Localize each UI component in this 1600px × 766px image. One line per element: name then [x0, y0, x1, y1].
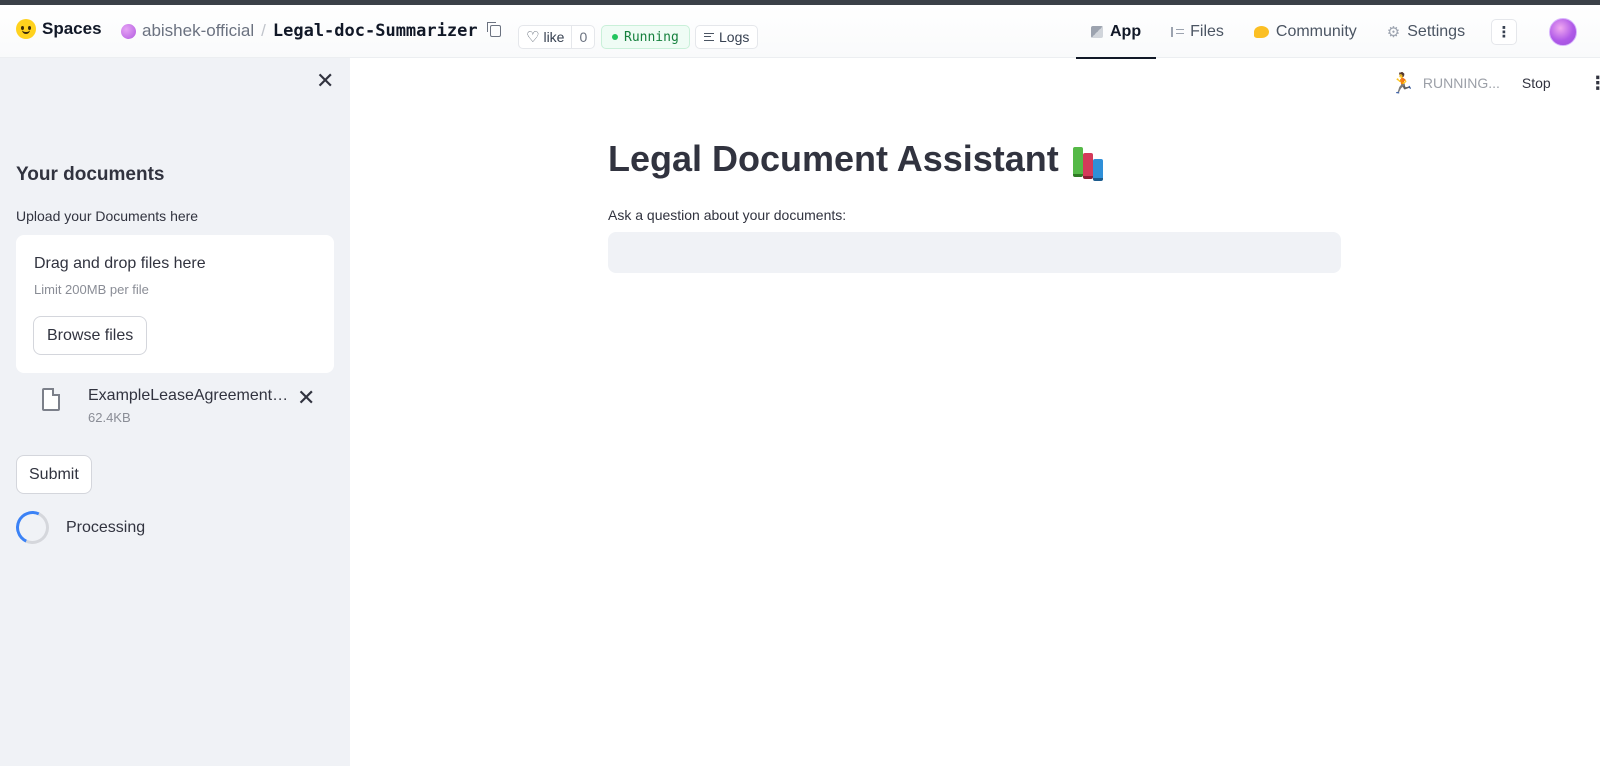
tab-files-label: Files: [1190, 22, 1224, 40]
stop-button[interactable]: Stop: [1522, 75, 1551, 91]
question-input[interactable]: [608, 232, 1341, 273]
hugging-face-logo-icon: [16, 19, 36, 39]
user-avatar[interactable]: [1549, 18, 1577, 46]
tab-settings-label: Settings: [1407, 22, 1466, 40]
tab-settings[interactable]: ⚙ Settings: [1372, 5, 1480, 58]
running-status: RUNNING...: [1422, 75, 1500, 91]
files-icon: [1171, 26, 1185, 37]
file-icon: [42, 388, 60, 411]
page-title: Legal Document Assistant: [608, 138, 1103, 181]
processing-label: Processing: [66, 519, 146, 536]
uploaded-file-size: 62.4KB: [88, 410, 131, 425]
breadcrumb-separator: /: [261, 21, 266, 40]
owner-avatar-icon: [121, 23, 136, 39]
uploaded-file-item: ExampleLeaseAgreement1.pdf 62.4KB ✕: [16, 383, 334, 433]
logs-button[interactable]: Logs: [695, 25, 759, 49]
tab-community-label: Community: [1275, 22, 1357, 40]
spaces-label: Spaces: [42, 19, 102, 38]
upload-label: Upload your Documents here: [16, 208, 199, 224]
remove-file-icon[interactable]: ✕: [297, 385, 315, 411]
dropzone-title: Drag and drop files here: [34, 255, 206, 272]
books-icon: [1072, 141, 1103, 181]
like-count: 0: [579, 29, 588, 45]
submit-button[interactable]: Submit: [16, 455, 92, 494]
sidebar-title: Your documents: [16, 164, 165, 185]
like-label: like: [543, 29, 565, 45]
cube-icon: [1091, 25, 1103, 38]
space-status-badge[interactable]: Running: [601, 25, 690, 49]
like-button[interactable]: ♡ like 0: [518, 25, 596, 49]
community-icon: [1253, 25, 1269, 38]
tab-app-label: App: [1110, 22, 1142, 40]
tab-files[interactable]: Files: [1156, 5, 1239, 58]
owner-link[interactable]: abishek-official: [142, 21, 254, 41]
more-options-button[interactable]: ⋮: [1491, 19, 1517, 45]
page-title-text: Legal Document Assistant: [608, 138, 1059, 179]
heart-icon: ♡: [526, 29, 540, 46]
repo-name-link[interactable]: Legal-doc-Summarizer: [273, 21, 478, 41]
file-dropzone[interactable]: Drag and drop files here Limit 200MB per…: [16, 235, 334, 373]
repo-breadcrumb: abishek-official / Legal-doc-Summarizer: [121, 21, 501, 41]
browse-files-button[interactable]: Browse files: [33, 316, 148, 355]
running-man-icon: 🏃: [1390, 72, 1415, 95]
question-label: Ask a question about your documents:: [608, 207, 847, 223]
logs-icon: [704, 33, 714, 41]
uploaded-file-name: ExampleLeaseAgreement1.pdf: [88, 387, 294, 404]
status-dot-icon: [612, 34, 618, 40]
tab-app[interactable]: App: [1076, 5, 1157, 59]
copy-icon[interactable]: [486, 22, 501, 37]
close-sidebar-icon[interactable]: ✕: [316, 70, 334, 92]
space-nav-tabs: App Files Community ⚙ Settings: [1076, 5, 1480, 59]
sidebar: ✕ Your documents Upload your Documents h…: [0, 58, 350, 766]
app-status-bar: 🏃 RUNNING... Stop ⋮: [1390, 68, 1600, 98]
dropzone-limit: Limit 200MB per file: [34, 282, 149, 297]
main-menu-icon[interactable]: ⋮: [1589, 73, 1600, 94]
logs-label: Logs: [719, 29, 750, 45]
gear-icon: ⚙: [1386, 23, 1401, 41]
space-status-label: Running: [624, 29, 679, 45]
spaces-brand[interactable]: Spaces: [16, 19, 102, 39]
tab-community[interactable]: Community: [1239, 5, 1372, 58]
loading-spinner-icon: [11, 506, 54, 549]
